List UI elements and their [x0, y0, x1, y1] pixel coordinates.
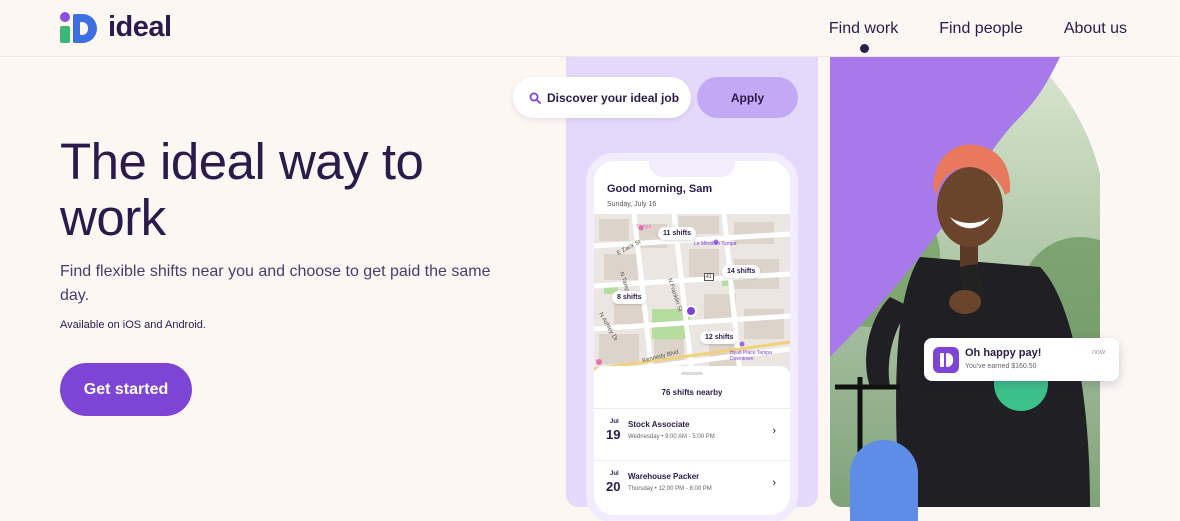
shift-month: Jul — [610, 419, 619, 425]
shift-title: Stock Associate — [628, 420, 690, 429]
map-pin[interactable]: 11 shifts — [658, 227, 697, 240]
phone-notch — [649, 161, 735, 177]
chevron-right-icon: › — [772, 425, 776, 437]
greeting-text: Good morning, Sam — [607, 183, 713, 195]
nav-find-people[interactable]: Find people — [939, 20, 1023, 38]
search-label: Discover your ideal job — [547, 90, 680, 105]
notification-time: now — [1092, 349, 1105, 356]
brand-logo[interactable]: ideal — [60, 11, 172, 44]
site-header: ideal Find work Find people About us — [0, 0, 1180, 57]
availability-note: Available on iOS and Android. — [60, 319, 206, 331]
worker-photo — [830, 57, 1100, 507]
notification-title: Oh happy pay! — [965, 347, 1042, 359]
shift-time: Thursday • 12:00 PM - 8:00 PM — [628, 486, 712, 492]
shift-list-item[interactable]: Jul 19 Stock Associate Wednesday • 9:00 … — [594, 408, 790, 458]
search-icon — [529, 92, 541, 104]
shift-day: 20 — [606, 479, 621, 494]
poi-label: Le Méridien Tampa — [694, 241, 737, 247]
poi-label: Hyatt Place Tampa Downtown — [730, 350, 772, 362]
apply-button[interactable]: Apply — [697, 77, 798, 118]
ideal-logo-icon — [60, 11, 98, 44]
main-nav: Find work Find people About us — [828, 20, 1127, 53]
sheet-drag-handle[interactable] — [681, 372, 703, 375]
hero-subtitle: Find flexible shifts near you and choose… — [60, 263, 491, 304]
shift-map[interactable]: E Zack St N Franklin St N Ashley Dr Kenn… — [594, 214, 790, 374]
route-shield-icon: 41 — [704, 273, 714, 281]
active-indicator-dot — [859, 44, 869, 53]
payment-notification: Oh happy pay! You've earned $160.50 now — [924, 338, 1119, 381]
nav-find-people-label: Find people — [939, 20, 1023, 37]
greeting-date: Sunday, July 16 — [607, 201, 657, 208]
notification-subtitle: You've earned $160.50 — [965, 363, 1037, 370]
shifts-nearby-count: 76 shifts nearby — [661, 388, 723, 397]
shift-title: Warehouse Packer — [628, 472, 700, 481]
nav-find-work[interactable]: Find work — [828, 20, 899, 53]
brand-name: ideal — [108, 11, 172, 43]
nav-find-work-label: Find work — [828, 20, 899, 37]
map-pin[interactable]: 8 shifts — [612, 291, 647, 304]
poi-label: Tampa — [636, 224, 652, 230]
nav-about-us-label: About us — [1063, 20, 1127, 37]
cyclist-worker-illustration — [830, 57, 1100, 507]
phone-mockup: Good morning, Sam Sunday, July 16 E Zack… — [586, 153, 798, 521]
ideal-app-icon — [933, 347, 959, 373]
nav-about-us[interactable]: About us — [1064, 20, 1127, 38]
shift-day: 19 — [606, 427, 621, 442]
discover-job-search[interactable]: Discover your ideal job — [513, 77, 691, 118]
shifts-sheet: 76 shifts nearby Jul 19 Stock Associate … — [594, 366, 790, 515]
shift-time: Wednesday • 9:00 AM - 5:00 PM — [628, 434, 715, 440]
get-started-button[interactable]: Get started — [60, 363, 192, 416]
shift-month: Jul — [610, 471, 619, 477]
map-pin[interactable]: 14 shifts — [722, 265, 761, 278]
chevron-right-icon: › — [772, 477, 776, 489]
decorative-blue-shape — [850, 440, 918, 521]
shift-list-item[interactable]: Jul 20 Warehouse Packer Thursday • 12:00… — [594, 460, 790, 510]
map-pin[interactable]: 12 shifts — [700, 331, 739, 344]
hero-title: The ideal way to work — [60, 133, 424, 246]
